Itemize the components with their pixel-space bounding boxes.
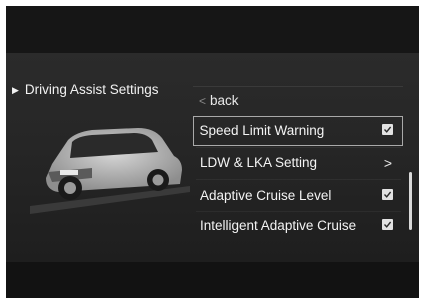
suv-car-image bbox=[30, 128, 190, 214]
checkbox-checked-icon[interactable] bbox=[382, 219, 393, 230]
back-button[interactable]: < back bbox=[193, 86, 403, 115]
menu-item-label: Adaptive Cruise Level bbox=[200, 188, 332, 203]
scrollbar-thumb[interactable] bbox=[409, 172, 412, 230]
checkbox-checked-icon[interactable] bbox=[382, 124, 393, 135]
chevron-right-icon: > bbox=[383, 155, 392, 171]
divider bbox=[196, 179, 401, 180]
checkbox-checked-icon[interactable] bbox=[382, 189, 393, 200]
chevron-left-icon: < bbox=[199, 94, 207, 108]
triangle-right-icon: ▶ bbox=[12, 85, 19, 95]
page-title: ▶ Driving Assist Settings bbox=[12, 82, 158, 97]
menu-item-label: Intelligent Adaptive Cruise bbox=[200, 218, 357, 233]
menu-item-speed-limit-warning[interactable]: Speed Limit Warning bbox=[193, 116, 403, 146]
menu-item-ldw-lka-setting[interactable]: LDW & LKA Setting > bbox=[193, 148, 403, 178]
page-title-label: Driving Assist Settings bbox=[24, 82, 159, 97]
back-label: back bbox=[210, 93, 239, 108]
bottom-bar bbox=[6, 262, 419, 298]
menu-item-label: LDW & LKA Setting bbox=[200, 155, 318, 170]
menu-item-intelligent-adaptive-cruise[interactable]: Intelligent Adaptive Cruise bbox=[193, 211, 403, 241]
top-bar bbox=[6, 6, 419, 53]
menu-item-adaptive-cruise-level[interactable]: Adaptive Cruise Level bbox=[193, 181, 403, 211]
menu-item-label: Speed Limit Warning bbox=[199, 123, 325, 138]
